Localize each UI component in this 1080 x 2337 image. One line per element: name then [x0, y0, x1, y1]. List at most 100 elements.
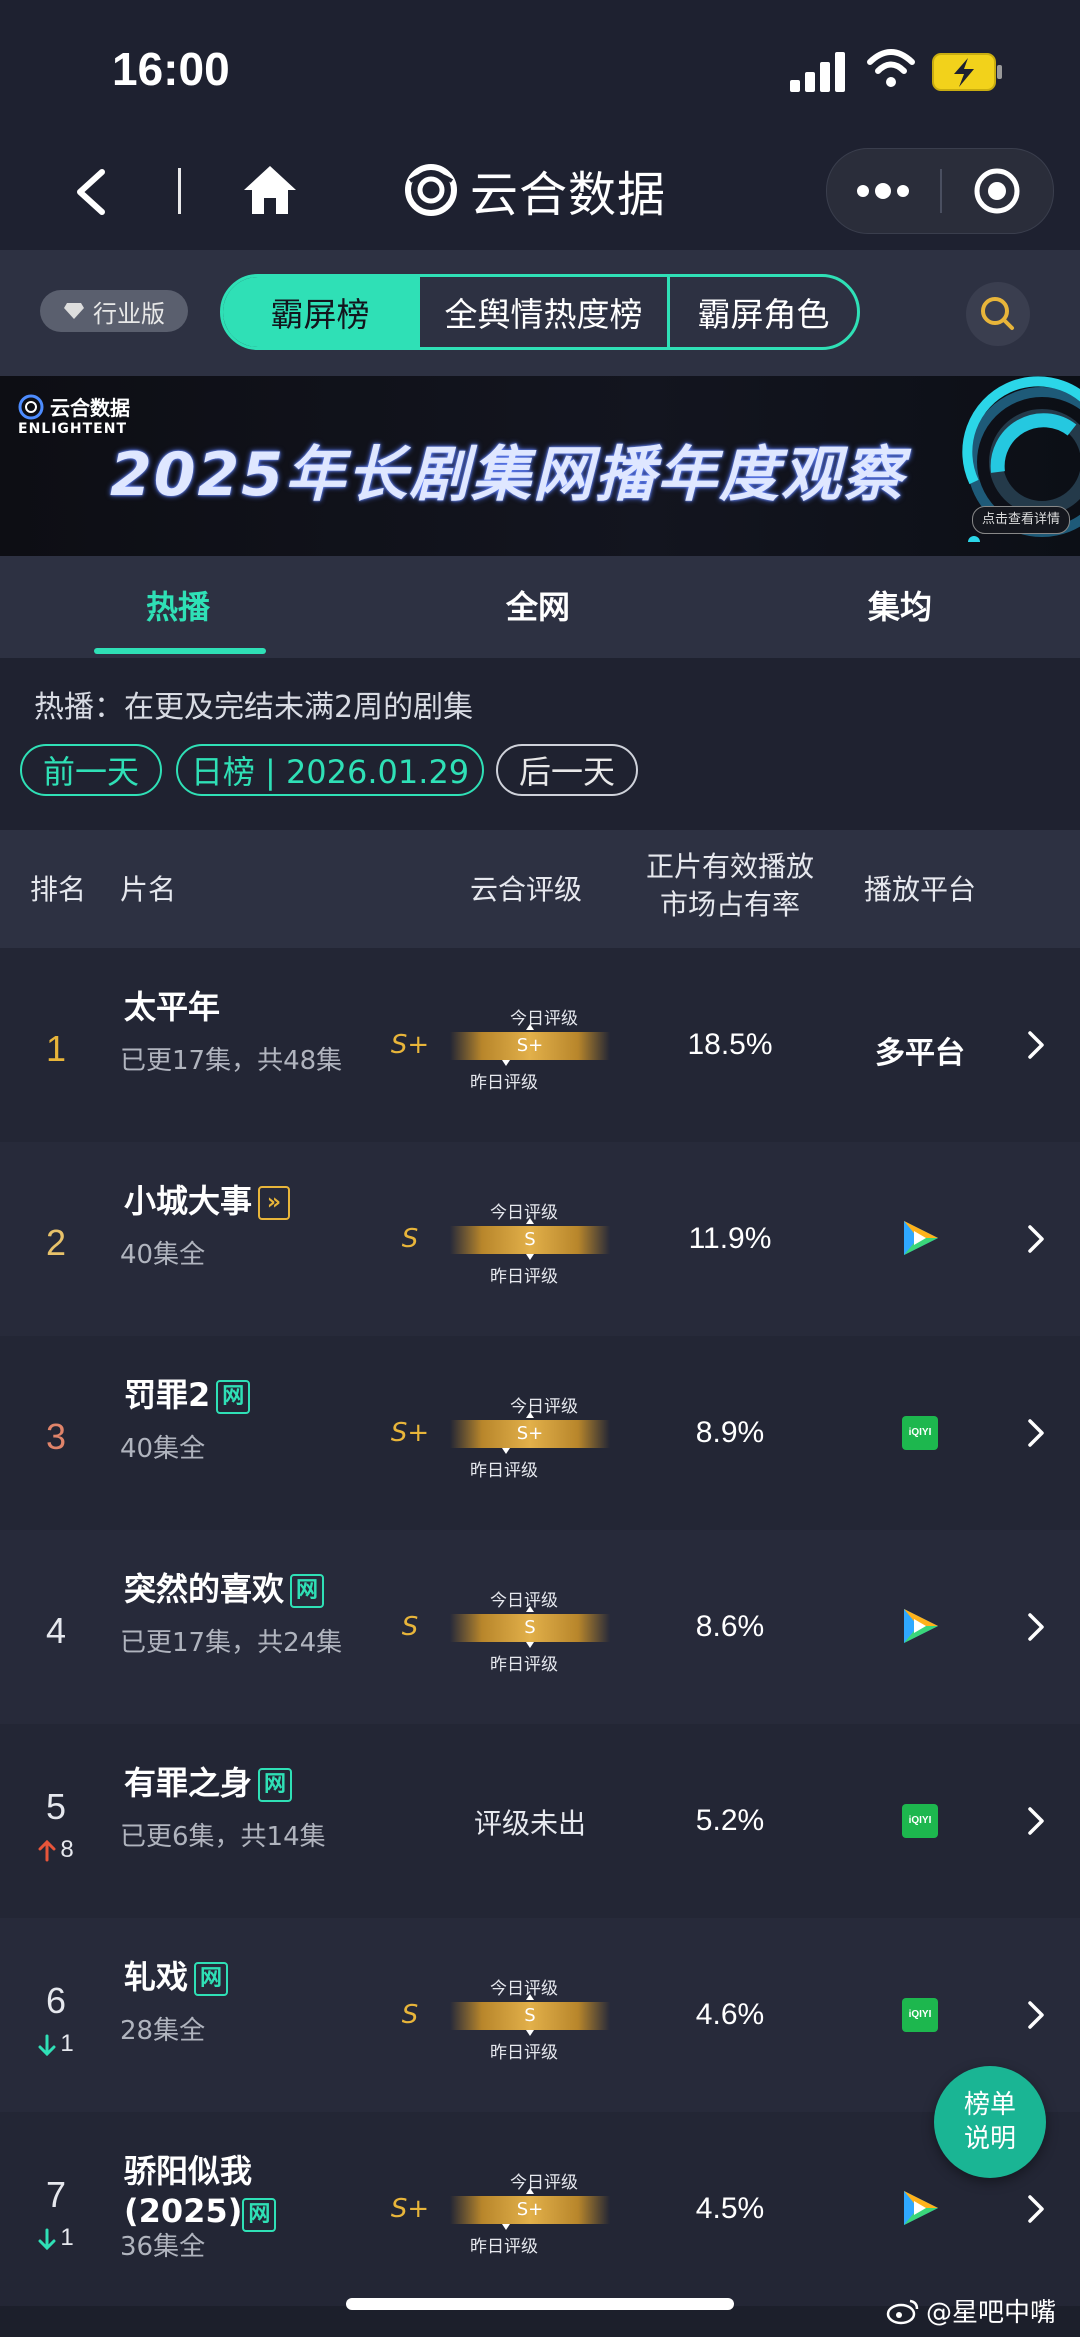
show-title-text: 小城大事 — [124, 1182, 253, 1220]
show-title[interactable]: 小城大事» — [124, 1176, 424, 1222]
rank-number: 1 — [45, 1028, 67, 1069]
iqiyi-icon: iQIYI — [902, 1416, 938, 1450]
chevron-right-icon[interactable] — [1026, 1806, 1046, 1836]
rank-change-value: 1 — [60, 2030, 74, 2057]
chevron-right-icon[interactable] — [1026, 1418, 1046, 1448]
banner-logo-text: 云合数据 — [50, 396, 130, 420]
status-time: 16:00 — [112, 43, 230, 95]
show-title[interactable]: 轧戏网 — [124, 1952, 424, 1998]
chevron-right-icon[interactable] — [1026, 1612, 1046, 1642]
today-marker — [526, 1412, 534, 1418]
grade-value: S — [401, 2000, 419, 2030]
show-title[interactable]: 突然的喜欢网 — [124, 1564, 424, 1610]
prev-day-button[interactable]: 前一天 — [20, 744, 162, 796]
episode-info: 40集全 — [120, 1240, 206, 1270]
grade-bar: S+ — [450, 2196, 610, 2224]
back-arrow-icon[interactable] — [72, 168, 112, 216]
market-share-value: 8.9% — [695, 1416, 765, 1449]
search-icon — [981, 297, 1014, 330]
episode-info: 已更17集，共48集 — [120, 1046, 343, 1076]
home-indicator[interactable] — [346, 2298, 734, 2310]
grade-bar: S — [450, 2002, 610, 2030]
close-target-icon[interactable] — [973, 167, 1021, 215]
web-series-badge: 网 — [242, 2198, 277, 2232]
show-title-text: 罚罪2 — [124, 1376, 211, 1414]
yesterday-marker — [502, 1060, 510, 1066]
rank-down-arrow-icon — [38, 2228, 56, 2250]
web-series-badge: 网 — [216, 1380, 251, 1414]
rank-number: 6 — [45, 1980, 67, 2021]
header-market-share-line2: 市场占有率 — [659, 888, 800, 921]
chevron-right-icon[interactable] — [1026, 2194, 1046, 2224]
market-share-value: 8.6% — [695, 1610, 765, 1643]
chevron-right-icon[interactable] — [1026, 2000, 1046, 2030]
grade-bar: S+ — [450, 1032, 610, 1060]
header-platform: 播放平台 — [864, 873, 977, 906]
grade-value: S+ — [390, 1418, 430, 1448]
iqiyi-icon: iQIYI — [902, 1998, 938, 2032]
mini-program-capsule — [826, 148, 1054, 234]
yesterday-grade-label: 昨日评级 — [490, 2043, 558, 2063]
banner-cta-button[interactable]: 点击查看详情 — [972, 506, 1070, 534]
edition-badge[interactable]: 行业版 — [40, 290, 188, 332]
header-grade: 云合评级 — [470, 873, 583, 906]
yunhe-logo-icon — [18, 394, 44, 419]
fab-line1: 榜单 — [963, 2090, 1016, 2120]
rank-number: 5 — [45, 1786, 67, 1827]
rank-number: 3 — [45, 1416, 67, 1457]
yesterday-marker — [502, 2224, 510, 2230]
header-market-share-line1: 正片有效播放 — [645, 850, 814, 883]
battery-charging-icon — [932, 53, 1002, 91]
segment-sentiment-heat-list[interactable]: 全舆情热度榜 — [417, 277, 667, 347]
next-day-button[interactable]: 后一天 — [496, 744, 638, 796]
show-title[interactable]: 骄阳似我(2025) 网 — [124, 2146, 354, 2232]
yunhe-logo-icon — [405, 164, 457, 216]
chevron-right-icon[interactable] — [1026, 1224, 1046, 1254]
rank-change-value: 1 — [60, 2224, 74, 2251]
yesterday-grade-label: 昨日评级 — [470, 1073, 538, 1093]
today-grade-label: 今日评级 — [510, 1397, 578, 1417]
tab-per-episode[interactable]: 集均 — [868, 582, 932, 628]
grade-bar-label: S+ — [516, 2199, 544, 2220]
today-marker — [526, 1024, 534, 1030]
grade-bar: S — [450, 1226, 610, 1254]
grade-bar-label: S — [524, 1229, 536, 1250]
episode-info: 40集全 — [120, 1434, 206, 1464]
show-title-text: 突然的喜欢 — [124, 1570, 285, 1608]
brand-name: 云合数据 — [470, 167, 667, 223]
more-dots-icon[interactable] — [853, 173, 913, 209]
search-button[interactable] — [966, 282, 1030, 346]
segment-dominance-list[interactable]: 霸屏榜 — [223, 277, 417, 347]
diamond-icon — [64, 303, 84, 319]
annual-report-banner[interactable]: 云合数据 ENLIGHTENT 2025年长剧集网播年度观察 点击查看详情 — [0, 376, 1080, 556]
tab-all-network[interactable]: 全网 — [506, 582, 570, 628]
chevron-right-icon[interactable] — [1026, 1030, 1046, 1060]
platform-multi: 多平台 — [875, 1036, 965, 1071]
iqiyi-icon: iQIYI — [902, 1804, 938, 1838]
date-selector[interactable]: 日榜 | 2026.01.29 — [176, 744, 484, 796]
today-marker — [526, 1218, 534, 1224]
yesterday-marker — [526, 1642, 534, 1648]
rank-number: 2 — [45, 1222, 67, 1263]
home-icon[interactable] — [242, 164, 298, 216]
grade-bar-label: S — [524, 1617, 536, 1638]
web-series-badge: 网 — [194, 1962, 229, 1996]
grade-bar: S+ — [450, 1420, 610, 1448]
web-series-badge: 网 — [258, 1768, 293, 1802]
segment-dominance-roles[interactable]: 霸屏角色 — [667, 277, 857, 347]
tab-hot[interactable]: 热播 — [146, 582, 210, 628]
show-title[interactable]: 有罪之身网 — [124, 1758, 424, 1804]
episode-info: 36集全 — [120, 2232, 206, 2262]
today-marker — [526, 1606, 534, 1612]
yesterday-marker — [502, 1448, 510, 1454]
show-title[interactable]: 太平年 — [124, 982, 424, 1028]
yesterday-grade-label: 昨日评级 — [470, 2237, 538, 2257]
list-explanation-button[interactable]: 榜单 说明 — [934, 2066, 1046, 2178]
grade-value: S+ — [390, 1030, 430, 1060]
weibo-handle: @星吧中嘴 — [926, 2298, 1057, 2328]
rank-change-value: 8 — [60, 1836, 74, 1863]
show-title-text: 太平年 — [124, 988, 221, 1026]
rank-change: 1 — [26, 2030, 86, 2058]
show-title[interactable]: 罚罪2 网 — [124, 1370, 424, 1416]
yesterday-marker — [526, 2030, 534, 2036]
